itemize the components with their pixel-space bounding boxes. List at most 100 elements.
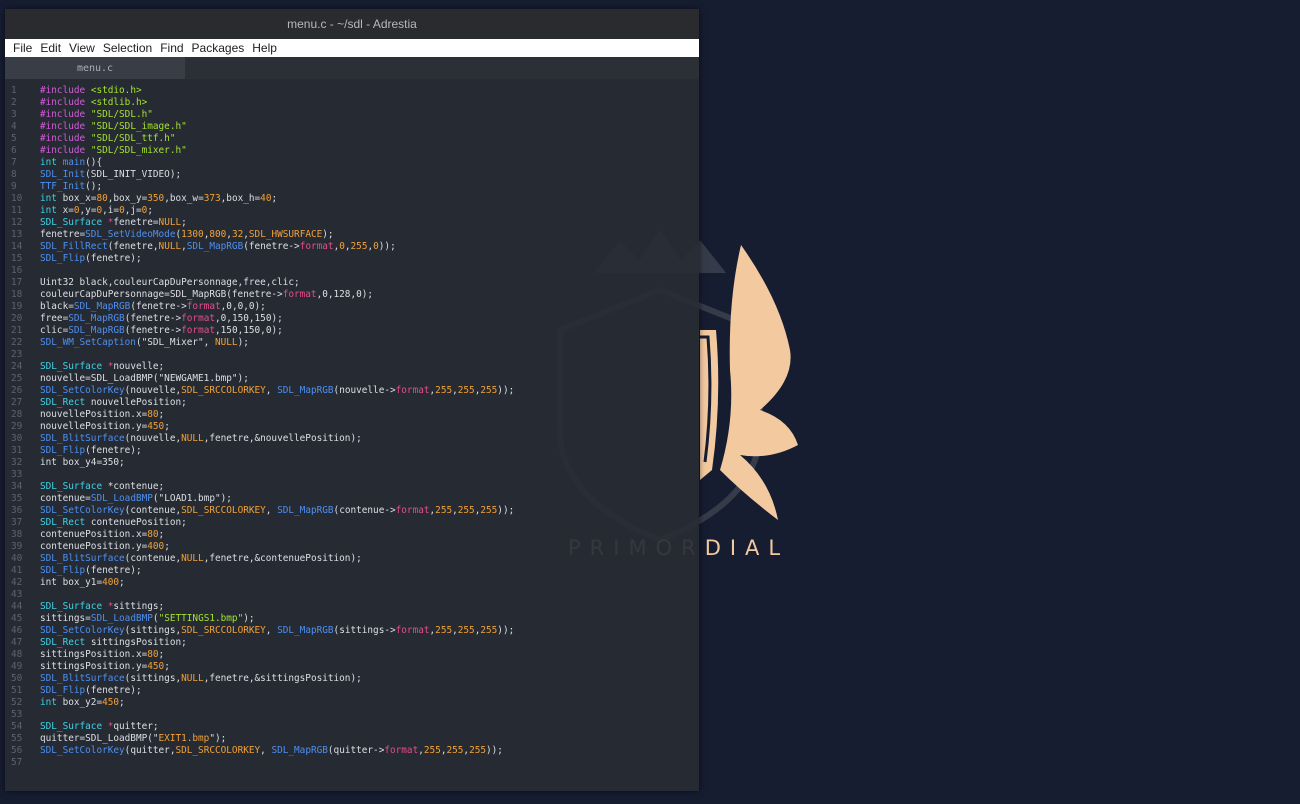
menu-help[interactable]: Help [248, 41, 281, 55]
code-token: NULL [181, 553, 204, 564]
code-line[interactable]: 10 int box_x=80,box_y=350,box_w=373,box_h… [5, 193, 699, 205]
code-line[interactable]: 14 SDL_FillRect(fenetre,NULL,SDL_MapRGB(f… [5, 241, 699, 253]
code-line[interactable]: 23 [5, 349, 699, 361]
line-number: 27 [11, 397, 23, 408]
code-line[interactable]: 24 SDL_Surface *nouvelle; [5, 361, 699, 373]
code-line[interactable]: 40 SDL_BlitSurface(contenue,NULL,fenetre,… [5, 553, 699, 565]
code-line[interactable]: 50 SDL_BlitSurface(sittings,NULL,fenetre,… [5, 673, 699, 685]
code-token: 255 [480, 505, 498, 516]
code-line[interactable]: 29 nouvellePosition.y=450; [5, 421, 699, 433]
code-line[interactable]: 44 SDL_Surface *sittings; [5, 601, 699, 613]
title-bar[interactable]: menu.c - ~/sdl - Adrestia [5, 9, 699, 39]
code-line[interactable]: 3 #include "SDL/SDL.h" [5, 109, 699, 121]
code-line[interactable]: 16 [5, 265, 699, 277]
code-text: SDL_SetColorKey(quitter,SDL_SRCCOLORKEY,… [35, 745, 503, 757]
line-number: 57 [11, 757, 23, 768]
code-line[interactable]: 11 int x=0,y=0,i=0,j=0; [5, 205, 699, 217]
code-line[interactable]: 39 contenuePosition.y=400; [5, 541, 699, 553]
code-token: ; [147, 205, 153, 216]
code-token: SDL_SetColorKey [40, 745, 125, 756]
code-text: #include <stdio.h> [35, 85, 142, 97]
code-token: NULL [214, 337, 238, 348]
code-line[interactable]: 18 couleurCapDuPersonnage=SDL_MapRGB(fene… [5, 289, 699, 301]
code-token: (fenetre); [85, 565, 142, 576]
code-token: NULL [158, 217, 182, 228]
editor-window[interactable]: menu.c - ~/sdl - Adrestia File Edit View… [5, 9, 699, 791]
menu-find[interactable]: Find [156, 41, 187, 55]
code-token: SDL_HWSURFACE [248, 229, 323, 240]
code-line[interactable]: 48 sittingsPosition.x=80; [5, 649, 699, 661]
code-line[interactable]: 4 #include "SDL/SDL_image.h" [5, 121, 699, 133]
code-token: int box_y4=350; [40, 457, 125, 468]
code-line[interactable]: 19 black=SDL_MapRGB(fenetre->format,0,0,0… [5, 301, 699, 313]
menu-packages[interactable]: Packages [188, 41, 249, 55]
code-line[interactable]: 55 quitter=SDL_LoadBMP("EXIT1.bmp"); [5, 733, 699, 745]
code-line[interactable]: 22 SDL_WM_SetCaption("SDL_Mixer", NULL); [5, 337, 699, 349]
tab-menu-c[interactable]: menu.c [5, 57, 185, 79]
code-line[interactable]: 25 nouvelle=SDL_LoadBMP("NEWGAME1.bmp"); [5, 373, 699, 385]
code-line[interactable]: 45 sittings=SDL_LoadBMP("SETTINGS1.bmp"); [5, 613, 699, 625]
line-number: 36 [11, 505, 23, 516]
code-line[interactable]: 8 SDL_Init(SDL_INIT_VIDEO); [5, 169, 699, 181]
code-line[interactable]: 21 clic=SDL_MapRGB(fenetre->format,150,15… [5, 325, 699, 337]
code-token: 450 [102, 697, 120, 708]
code-line[interactable]: 12 SDL_Surface *fenetre=NULL; [5, 217, 699, 229]
code-line[interactable]: 41 SDL_Flip(fenetre); [5, 565, 699, 577]
code-line[interactable]: 51 SDL_Flip(fenetre); [5, 685, 699, 697]
code-line[interactable]: 2 #include <stdlib.h> [5, 97, 699, 109]
code-line[interactable]: 13 fenetre=SDL_SetVideoMode(1300,800,32,S… [5, 229, 699, 241]
code-line[interactable]: 42 int box_y1=400; [5, 577, 699, 589]
code-text: SDL_Surface *quitter; [35, 721, 159, 733]
code-line[interactable]: 36 SDL_SetColorKey(contenue,SDL_SRCCOLORK… [5, 505, 699, 517]
code-line[interactable]: 15 SDL_Flip(fenetre); [5, 253, 699, 265]
code-line[interactable]: 7 int main(){ [5, 157, 699, 169]
code-line[interactable]: 49 sittingsPosition.y=450; [5, 661, 699, 673]
line-number: 38 [11, 529, 23, 540]
code-line[interactable]: 34 SDL_Surface *contenue; [5, 481, 699, 493]
code-token: main [62, 157, 86, 168]
code-line[interactable]: 32 int box_y4=350; [5, 457, 699, 469]
menu-file[interactable]: File [9, 41, 36, 55]
code-line[interactable]: 30 SDL_BlitSurface(nouvelle,NULL,fenetre,… [5, 433, 699, 445]
line-number: 20 [11, 313, 23, 324]
code-line[interactable]: 38 contenuePosition.x=80; [5, 529, 699, 541]
code-line[interactable]: 5 #include "SDL/SDL_ttf.h" [5, 133, 699, 145]
code-token: 255 [423, 745, 441, 756]
code-token: ; [271, 193, 278, 204]
code-editor[interactable]: 1 #include <stdio.h> 2 #include <stdlib.h> 3… [5, 85, 699, 791]
code-line[interactable]: 37 SDL_Rect contenuePosition; [5, 517, 699, 529]
code-line[interactable]: 31 SDL_Flip(fenetre); [5, 445, 699, 457]
code-line[interactable]: 35 contenue=SDL_LoadBMP("LOAD1.bmp"); [5, 493, 699, 505]
code-line[interactable]: 43 [5, 589, 699, 601]
code-line[interactable]: 6 #include "SDL/SDL_mixer.h" [5, 145, 699, 157]
code-line[interactable]: 56 SDL_SetColorKey(quitter,SDL_SRCCOLORKE… [5, 745, 699, 757]
menu-selection[interactable]: Selection [99, 41, 156, 55]
code-line[interactable]: 33 [5, 469, 699, 481]
code-text: int main(){ [35, 157, 102, 169]
code-line[interactable]: 1 #include <stdio.h> [5, 85, 699, 97]
code-token: 255 [457, 385, 475, 396]
code-line[interactable]: 53 [5, 709, 699, 721]
code-line[interactable]: 46 SDL_SetColorKey(sittings,SDL_SRCCOLORK… [5, 625, 699, 637]
code-line[interactable]: 54 SDL_Surface *quitter; [5, 721, 699, 733]
code-token: <stdio.h> [90, 85, 142, 96]
code-line[interactable]: 27 SDL_Rect nouvellePosition; [5, 397, 699, 409]
code-line[interactable]: 17 Uint32 black,couleurCapDuPersonnage,fr… [5, 277, 699, 289]
code-token: format [181, 325, 216, 336]
code-text: #include <stdlib.h> [35, 97, 147, 109]
code-line[interactable]: 47 SDL_Rect sittingsPosition; [5, 637, 699, 649]
code-line[interactable]: 57 [5, 757, 699, 769]
menu-view[interactable]: View [65, 41, 99, 55]
code-token: TTF_Init [40, 181, 86, 192]
code-token: SDL_MapRGB [271, 745, 328, 756]
code-token: , [265, 505, 278, 516]
code-token: contenuePosition.x= [40, 529, 148, 540]
code-line[interactable]: 28 nouvellePosition.x=80; [5, 409, 699, 421]
code-token: quitter=SDL_LoadBMP(" [40, 733, 159, 744]
code-line[interactable]: 26 SDL_SetColorKey(nouvelle,SDL_SRCCOLORK… [5, 385, 699, 397]
menu-edit[interactable]: Edit [36, 41, 65, 55]
code-line[interactable]: 52 int box_y2=450; [5, 697, 699, 709]
line-number: 50 [11, 673, 23, 684]
code-line[interactable]: 20 free=SDL_MapRGB(fenetre->format,0,150,… [5, 313, 699, 325]
code-line[interactable]: 9 TTF_Init(); [5, 181, 699, 193]
